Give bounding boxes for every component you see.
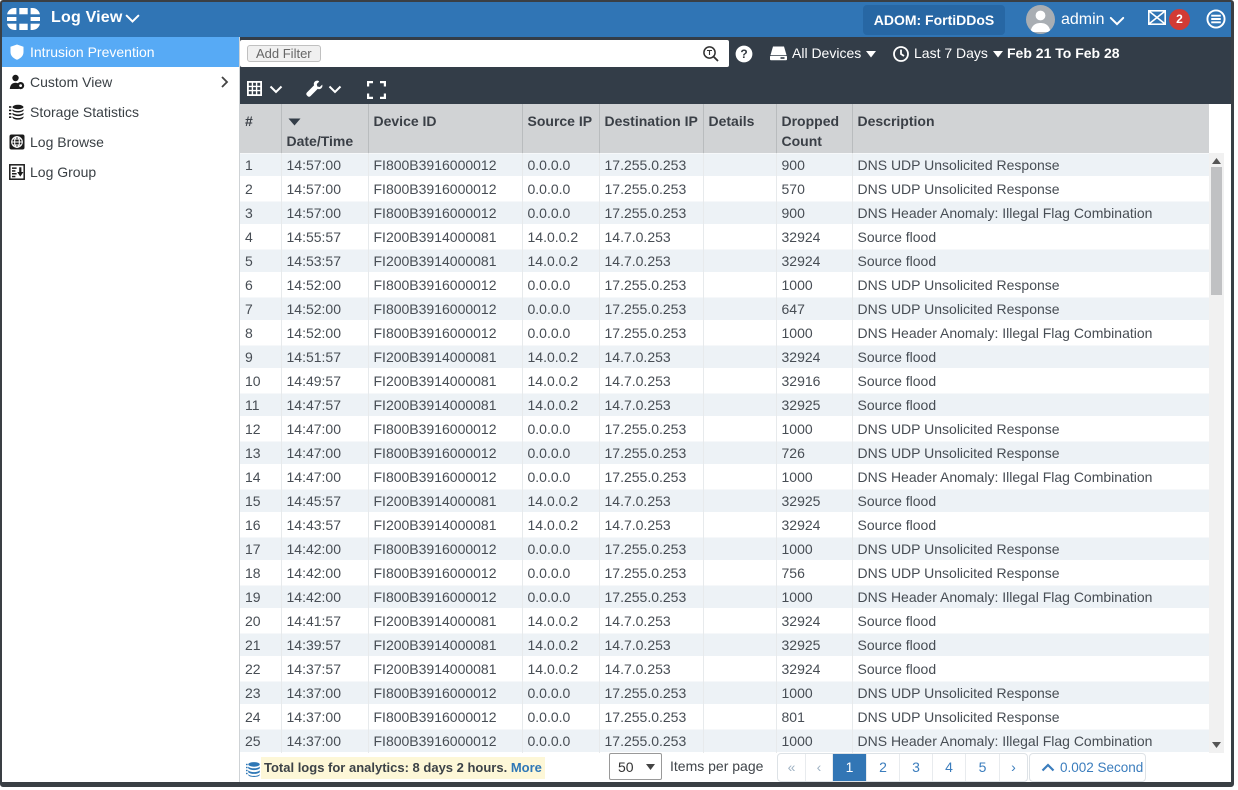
svg-text:?: ? [740, 47, 747, 61]
